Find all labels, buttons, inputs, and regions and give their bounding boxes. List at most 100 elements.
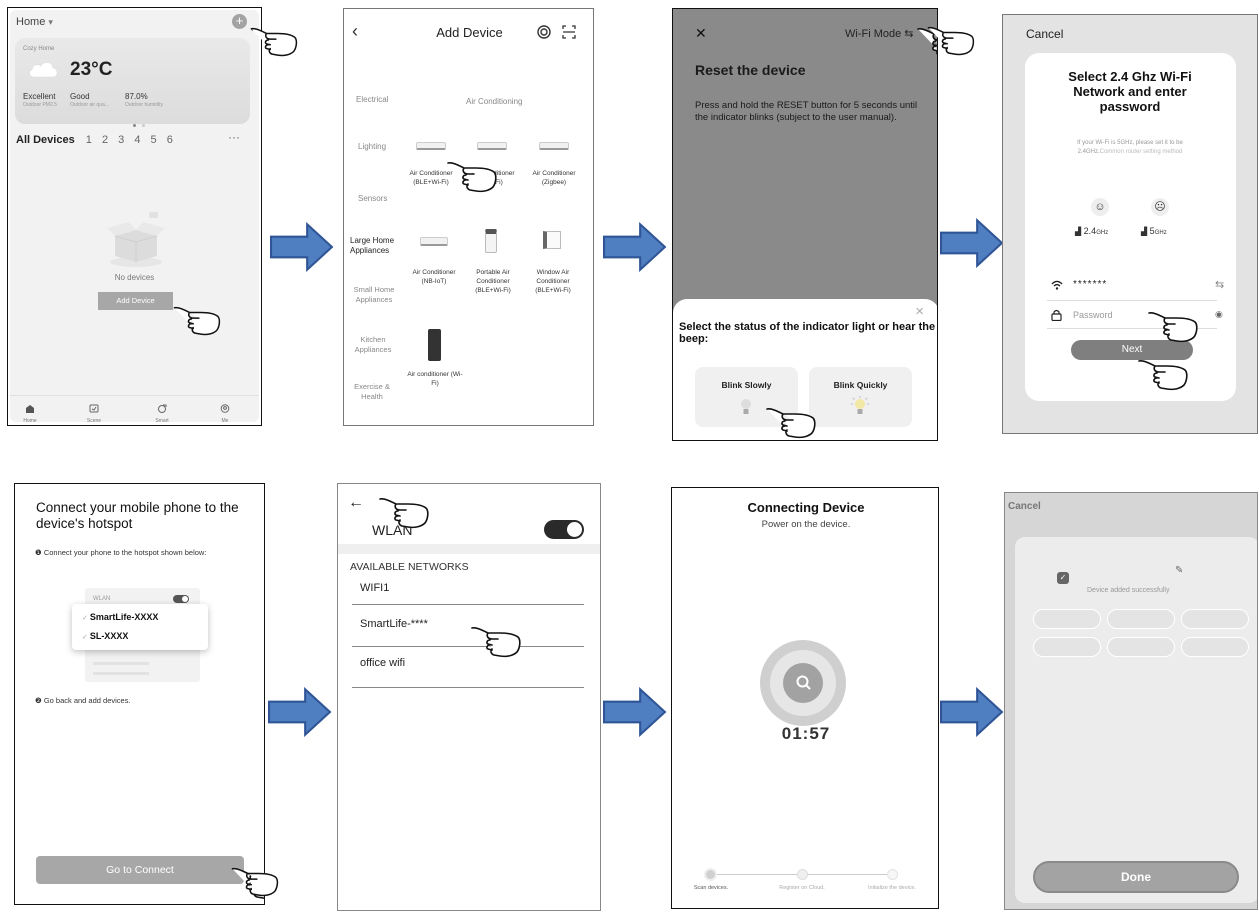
device-tile-label[interactable]: Window Air Conditioner (BLE+Wi-Fi) [526, 268, 580, 295]
scan-nearby-icon[interactable] [537, 25, 551, 39]
network-item[interactable]: WIFI1 [360, 582, 389, 594]
room-chip[interactable] [1033, 609, 1101, 629]
stat-label: Outdoor PM2.5 [23, 102, 57, 108]
close-icon[interactable]: ✕ [915, 305, 924, 318]
option-label: Blink Slowly [721, 380, 772, 390]
password-input[interactable]: Password [1073, 310, 1113, 320]
room-chip[interactable] [1107, 609, 1175, 629]
back-arrow-icon[interactable]: ← [348, 494, 364, 512]
nav-home[interactable]: Home [20, 400, 40, 424]
flow-arrow-icon [940, 218, 1004, 268]
countdown-timer: 01:57 [781, 724, 831, 743]
temperature: 23°C [70, 59, 113, 80]
nav-me[interactable]: Me [215, 400, 235, 424]
network-item[interactable]: ✓ SmartLife-XXXX [82, 612, 158, 622]
category-item[interactable]: Exercise & Health [352, 382, 392, 402]
go-to-connect-button[interactable]: Go to Connect [36, 856, 244, 884]
check-icon: ✓ [82, 615, 90, 622]
tap-hand-icon [446, 159, 498, 193]
success-text: Device added successfully [1087, 587, 1170, 594]
cancel-button[interactable]: Cancel [1026, 27, 1063, 41]
device-tile-label[interactable]: Portable Air Conditioner (BLE+Wi-Fi) [467, 268, 519, 295]
tap-hand-icon [765, 405, 817, 439]
section-header: AVAILABLE NETWORKS [350, 561, 469, 573]
step-2-icon: ❷ [35, 696, 44, 705]
more-menu-icon[interactable]: ··· [228, 130, 240, 144]
mock-row [93, 662, 149, 665]
frown-icon: ☹ [1151, 198, 1169, 216]
tab-room[interactable]: 3 [118, 134, 124, 146]
category-item[interactable]: Small Home Appliances [352, 285, 396, 305]
wifi-mode-switch[interactable]: Wi-Fi Mode ⇆ [845, 27, 914, 40]
nav-smart[interactable]: Smart [150, 400, 174, 424]
category-item-selected[interactable]: Large Home Appliances [350, 236, 396, 256]
home-selector[interactable]: Home ▾ [16, 16, 53, 28]
device-tile-label[interactable]: Air Conditioner (NB-IoT) [408, 268, 460, 286]
network-item[interactable]: ✓ SL-XXXX [82, 631, 128, 641]
flow-arrow-icon [603, 222, 667, 272]
tab-room[interactable]: 2 [102, 134, 108, 146]
add-device-button[interactable]: Add Device [98, 292, 173, 310]
device-added-screen: Cancel ✓ ✎ Device added successfully Don… [1004, 492, 1258, 910]
flow-arrow-icon [940, 687, 1004, 737]
standing-ac-icon [428, 329, 441, 361]
nav-label: Me [221, 418, 229, 424]
divider [352, 687, 584, 688]
room-chip[interactable] [1181, 609, 1249, 629]
step-label: Register on Cloud. [779, 885, 825, 891]
home-label: Home [16, 16, 46, 28]
network-list-popup: ✓ SmartLife-XXXX ✓ SL-XXXX [72, 604, 208, 650]
wlan-settings-screen: ← WLAN AVAILABLE NETWORKS WIFI1 SmartLif… [337, 483, 601, 911]
phone-frame: Home ▾ + Cozy Home 23°C Excellent Outdoo… [10, 10, 259, 424]
ac-unit-icon [477, 142, 507, 150]
scene-icon [89, 404, 99, 413]
check-icon: ✓ [82, 634, 90, 641]
weather-card: Cozy Home 23°C Excellent Outdoor PM2.5 G… [15, 38, 250, 127]
wlan-toggle[interactable] [544, 520, 584, 539]
step-dot [887, 869, 898, 880]
lock-icon [1051, 309, 1062, 321]
tap-hand-icon [378, 495, 430, 529]
done-button[interactable]: Done [1033, 861, 1239, 893]
close-icon[interactable]: ✕ [695, 25, 707, 42]
network-item[interactable]: office wifi [360, 657, 405, 669]
qr-scan-icon[interactable] [562, 25, 576, 39]
tab-room[interactable]: 6 [167, 134, 173, 146]
room-chip[interactable] [1181, 637, 1249, 657]
network-item[interactable]: SmartLife-**** [360, 618, 428, 630]
category-item[interactable]: Sensors [358, 194, 387, 203]
add-device-plus-button[interactable]: + [232, 14, 247, 29]
hotspot-instructions-screen: Connect your mobile phone to the device'… [14, 483, 265, 905]
category-item[interactable]: Electrical [356, 95, 388, 104]
router-setting-link[interactable]: Common router setting method [1100, 149, 1183, 155]
wlan-label: WLAN [93, 596, 111, 602]
device-tile-label[interactable]: Air conditioner (Wi-Fi) [406, 370, 464, 388]
device-tile-label[interactable]: Air Conditioner (Zigbee) [530, 169, 578, 187]
edit-name-icon[interactable]: ✎ [1175, 565, 1183, 576]
category-item[interactable]: Lighting [358, 142, 386, 151]
tab-room[interactable]: 5 [151, 134, 157, 146]
section-band [338, 544, 600, 554]
reset-device-screen: ✕ Wi-Fi Mode ⇆ Reset the device Press an… [672, 8, 938, 441]
section-title: Air Conditioning [466, 97, 523, 106]
room-chip[interactable] [1033, 637, 1101, 657]
tab-all-devices[interactable]: All Devices [16, 134, 75, 146]
band-note: If your Wi-Fi is 5GHz, please set it to … [1055, 139, 1205, 156]
tap-hand-icon [230, 865, 280, 897]
category-item[interactable]: Kitchen Appliances [354, 335, 392, 355]
divider [352, 604, 584, 605]
switch-network-icon[interactable]: ⇆ [1215, 278, 1224, 291]
room-chip[interactable] [1107, 637, 1175, 657]
add-device-screen: ‹ Add Device Electrical Lighting Sensors… [343, 8, 594, 426]
chevron-down-icon: ▾ [48, 17, 53, 27]
toggle-icon [173, 595, 189, 603]
tab-room[interactable]: 4 [134, 134, 140, 146]
cancel-button[interactable]: Cancel [1008, 501, 1041, 512]
eye-icon[interactable]: ◉ [1215, 309, 1223, 320]
nav-scene[interactable]: Scene [82, 400, 106, 424]
blink-quickly-option[interactable]: Blink Quickly [809, 367, 912, 427]
tab-room[interactable]: 1 [86, 134, 92, 146]
ssid-field[interactable]: ******* [1073, 279, 1107, 290]
portable-ac-icon [485, 229, 497, 253]
page-dots [133, 114, 147, 127]
